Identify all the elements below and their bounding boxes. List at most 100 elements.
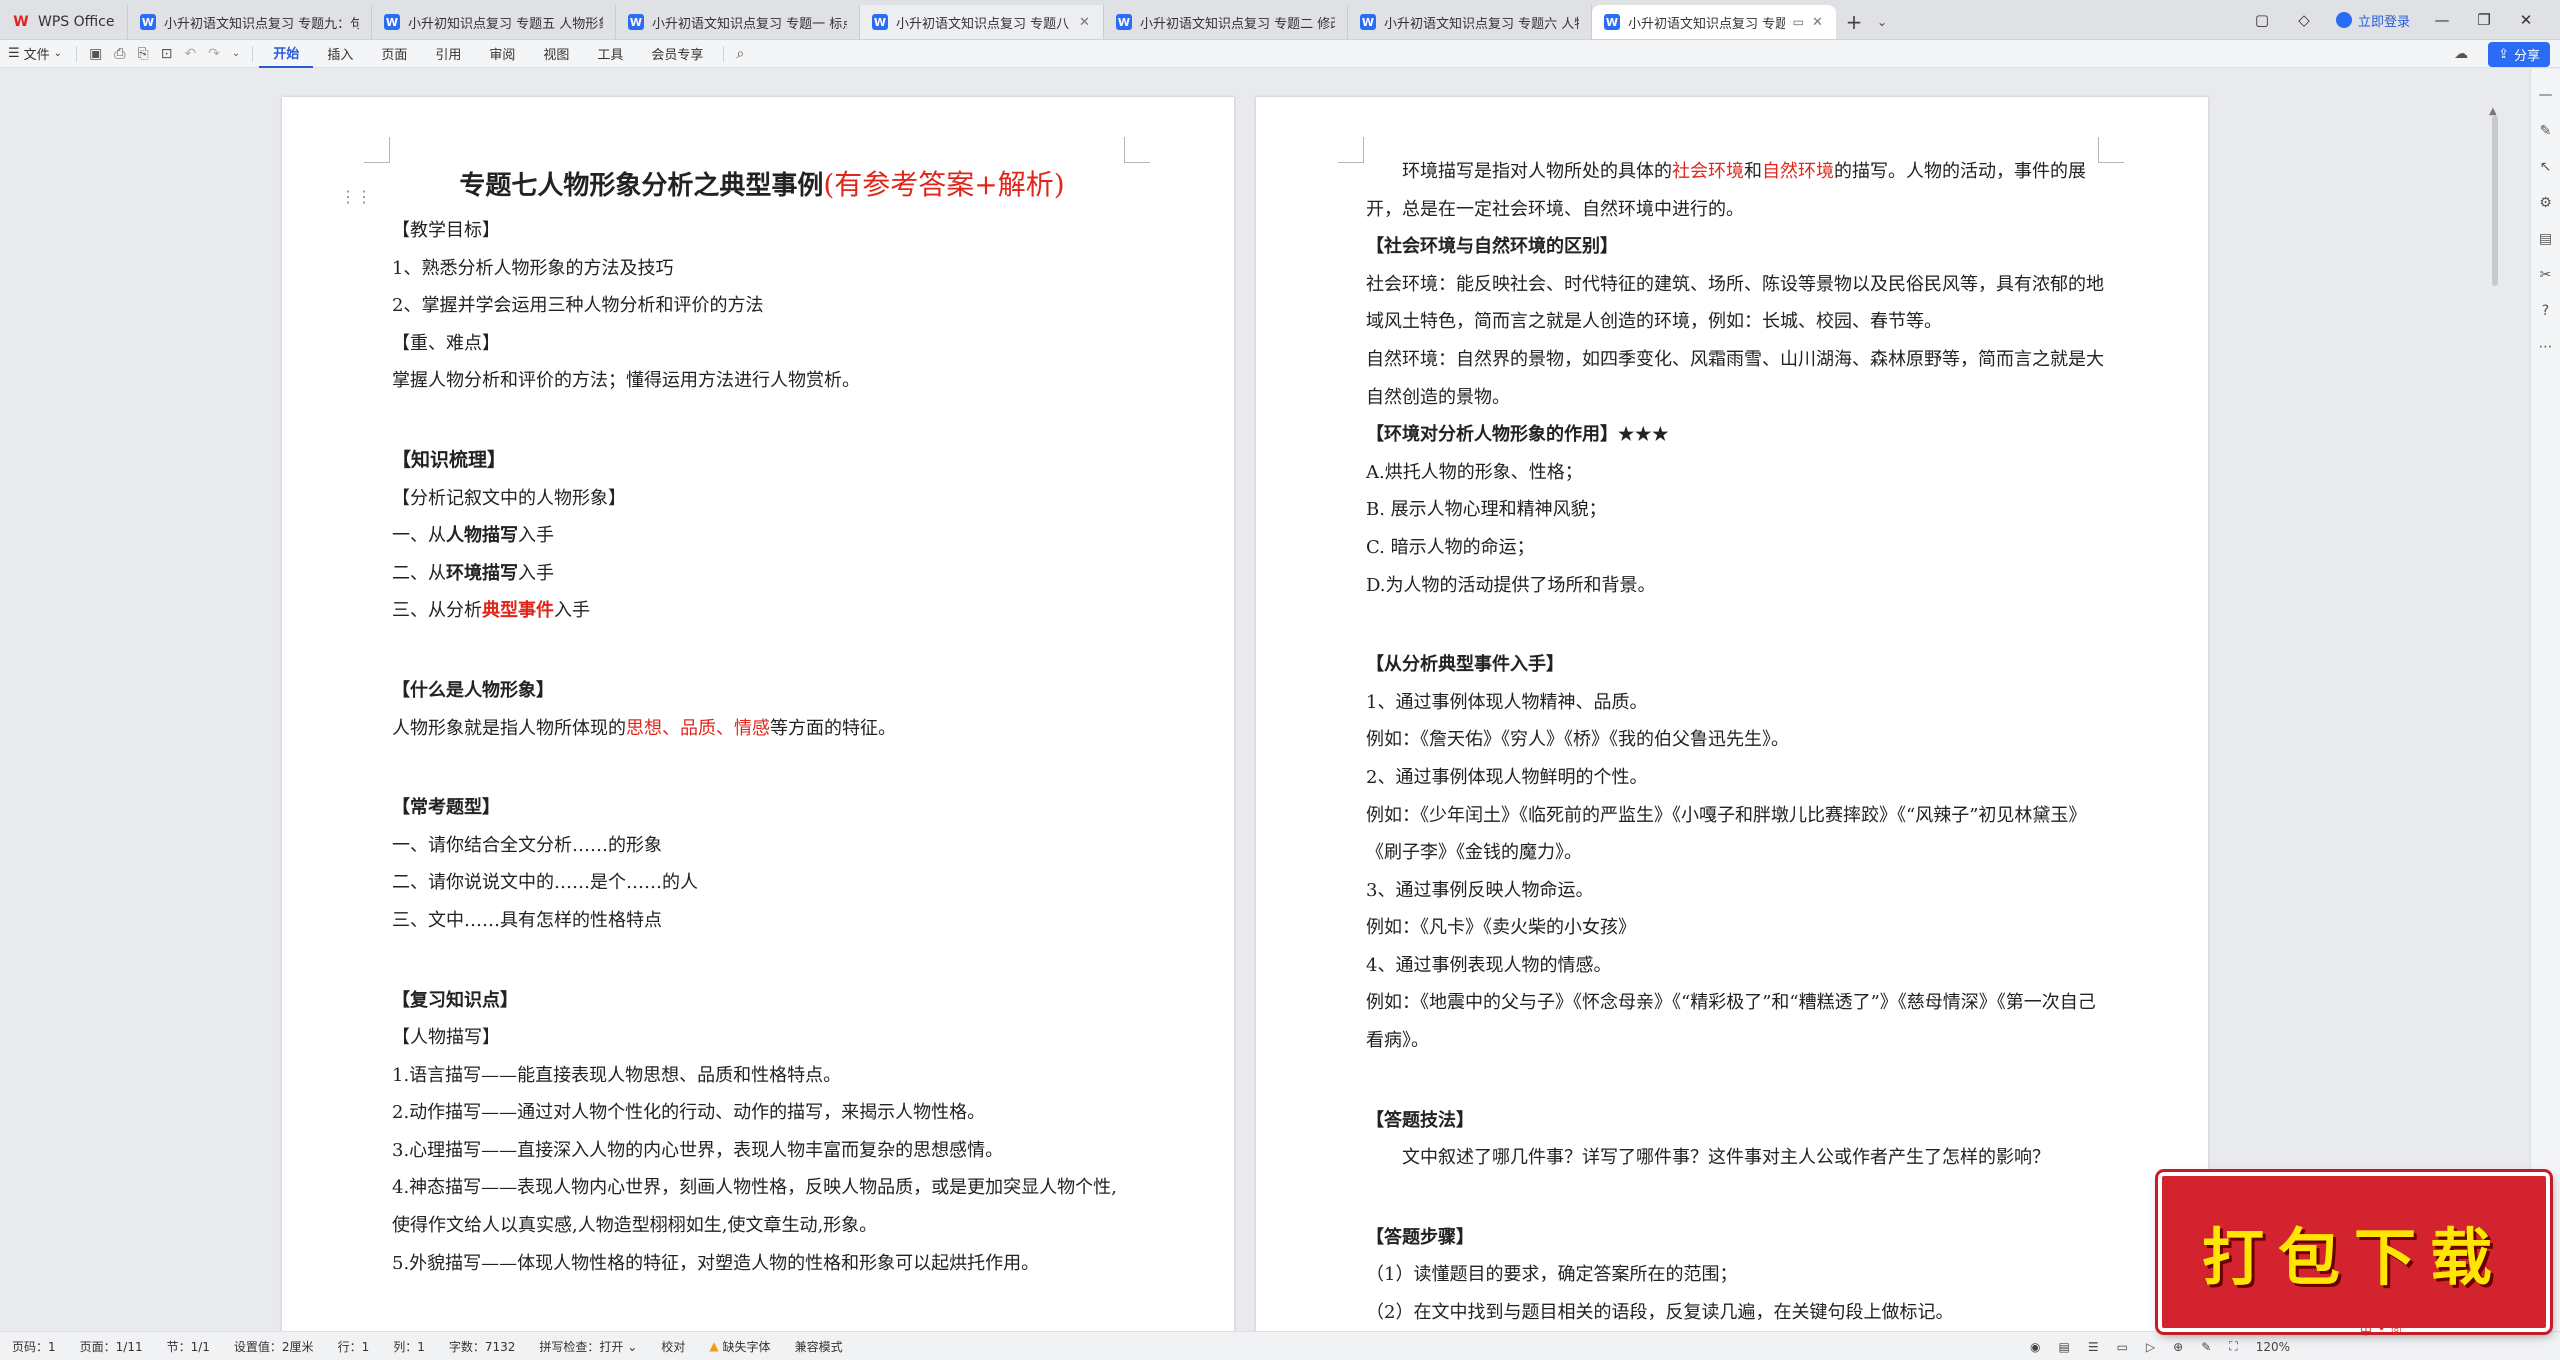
tab-page[interactable]: 页面 [367,40,421,68]
redo-icon[interactable]: ↷ [202,46,226,62]
pen-icon[interactable]: ✎ [2540,123,2552,139]
divider [723,45,725,62]
close-icon[interactable]: ✕ [1079,15,1091,30]
status-missing-font[interactable]: ▲ 缺失字体 [697,1338,782,1355]
tab-references[interactable]: 引用 [421,40,475,68]
minimize-icon[interactable]: — [2432,11,2452,29]
file-menu-button[interactable]: ☰ 文件 ⌄ [0,40,70,68]
status-spell-check[interactable]: 拼写检查：打开 ⌄ [527,1338,649,1355]
tab-review[interactable]: 审阅 [475,40,529,68]
tab-list-dropdown-icon[interactable]: ⌄ [1872,5,1892,39]
event-example-2: 例如：《少年闰土》《临死前的严监生》《小嘎子和胖墩儿比赛摔跤》《“风辣子”初见林… [1366,804,2087,864]
image-edit-icon[interactable]: ▤ [2539,231,2552,247]
collapse-icon[interactable]: — [2539,87,2553,103]
tab-document-6[interactable]: W 小升初语文知识点复习 专题六 人物形 [1348,5,1592,39]
status-proofread[interactable]: 校对 [649,1338,697,1355]
cube-icon[interactable]: ◇ [2294,11,2314,29]
web-view-icon[interactable]: ⊕ [2173,1340,2183,1354]
print-icon[interactable]: ⎘ [132,46,155,62]
tab-wps-home[interactable]: W WPS Office [0,5,128,39]
natural-environment-text: 自然环境：自然界的景物，如四季变化、风霜雨雪、山川湖海、森林原野等，简而言之就是… [1366,348,2104,408]
tab-home[interactable]: 开始 [259,40,314,68]
environment-intro: 环境描写是指对人物所处的具体的社会环境和自然环境的描写。人物的活动，事件的展开，… [1366,153,2106,228]
method-text: 入手 [518,525,554,547]
restore-icon[interactable]: ❐ [2474,11,2494,29]
close-window-icon[interactable]: ✕ [2516,11,2536,29]
tab-label: WPS Office [38,14,115,30]
play-icon[interactable]: ▷ [2146,1340,2155,1354]
description-1: 1.语言描写——能直接表现人物思想、品质和性格特点。 [392,1064,842,1086]
tab-tools[interactable]: 工具 [583,40,637,68]
eye-protection-icon[interactable]: ◉ [2030,1340,2040,1354]
print-preview-icon[interactable]: ⊡ [155,46,179,62]
chevron-down-icon[interactable]: ⌄ [226,48,246,59]
outline-view-icon[interactable]: ☰ [2088,1340,2099,1354]
more-icon[interactable]: ⋯ [2539,339,2553,355]
tray-icon[interactable]: • [2378,1322,2385,1339]
event-point-1: 1、通过事例体现人物精神、品质。 [1366,691,1648,713]
tab-document-4[interactable]: W 小升初语文知识点复习 专题八 理解 ✕ [860,5,1104,39]
missing-font-label: 缺失字体 [722,1339,771,1354]
undo-icon[interactable]: ↶ [178,46,202,62]
tab-document-1[interactable]: W 小升初语文知识点复习 专题九：句前 [128,5,372,39]
status-section[interactable]: 节：1/1 [155,1338,222,1355]
reading-view-icon[interactable]: ▭ [2117,1340,2128,1354]
share-button[interactable]: ⇪ 分享 [2488,41,2550,67]
description-3: 3.心理描写——直接深入人物的内心世界，表现人物丰富而复杂的思想感情。 [392,1139,1004,1161]
export-pdf-icon[interactable]: ⎙ [108,46,131,62]
method-keyword: 典型事件 [482,600,554,622]
tab-insert[interactable]: 插入 [313,40,367,68]
word-doc-icon: W [1604,14,1620,30]
method-keyword: 环境描写 [446,562,518,584]
status-page-number[interactable]: 页码：1 [0,1338,68,1355]
tray-icon[interactable]: ◎ [2391,1322,2401,1339]
ime-icon[interactable]: 中 [2360,1322,2372,1339]
adjust-icon[interactable]: ⚙ [2539,195,2552,211]
save-icon[interactable]: ▣ [83,46,108,62]
search-icon[interactable]: ⌕ [730,46,750,62]
divider [76,45,78,62]
window-layout-icon[interactable]: ▢ [2252,11,2272,29]
method-text: 二、从 [392,562,446,584]
social-environment-text: 社会环境：能反映社会、时代特征的建筑、场所、陈设等景物以及民俗民风等，具有浓郁的… [1366,273,2104,333]
tab-member[interactable]: 会员专享 [637,40,717,68]
status-setting-value[interactable]: 设置值：2厘米 [222,1338,326,1355]
page-1-content: ⋮⋮ 专题七人物形象分析之典型事例(有参考答案+解析) 【教学目标】 1、熟悉分… [340,163,1132,1282]
goals-heading: 【教学目标】 [392,220,500,241]
system-tray-icons: 中 • ◎ [2360,1322,2402,1339]
description-heading: 【人物描写】 [392,1027,500,1049]
login-button[interactable]: 立即登录 [2335,11,2410,30]
document-page-2[interactable]: 环境描写是指对人物所处的具体的社会环境和自然环境的描写。人物的活动，事件的展开，… [1256,97,2208,1331]
drag-handle-icon[interactable]: ⋮⋮ [340,175,372,219]
vertical-scrollbar-thumb[interactable] [2492,116,2498,286]
select-cursor-icon[interactable]: ↖ [2540,159,2552,175]
help-icon[interactable]: ? [2542,303,2549,319]
status-compat-mode: 兼容模式 [794,1339,843,1354]
write-icon[interactable]: ✎ [2201,1340,2211,1354]
document-canvas[interactable]: ⋮⋮ 专题七人物形象分析之典型事例(有参考答案+解析) 【教学目标】 1、熟悉分… [0,69,2530,1331]
tab-document-5[interactable]: W 小升初语文知识点复习 专题二 修改病 [1104,5,1348,39]
zoom-level[interactable]: 120% [2256,1340,2290,1354]
description-4: 4.神态描写——表现人物内心世界，刻画人物性格，反映人物品质，或是更加突显人物个… [392,1177,1117,1237]
page-view-icon[interactable]: ▤ [2058,1340,2069,1354]
text-segment: 人物形象就是指人物所体现的 [392,717,626,739]
tab-document-active[interactable]: W 小升初语文知识点复习 专题七 ▭ ✕ [1592,5,1836,39]
tab-document-2[interactable]: W 小升初知识点复习 专题五 人物形象分 [372,5,616,39]
tools-icon[interactable]: ✂ [2540,267,2552,283]
status-word-count[interactable]: 字数：7132 [437,1338,528,1355]
word-doc-icon: W [140,14,156,30]
cloud-icon[interactable]: ☁ [2448,46,2474,62]
event-point-3: 3、通过事例反映人物命运。 [1366,879,1594,901]
share-label: 分享 [2513,48,2540,64]
download-package-banner[interactable]: 打包下载 [2158,1172,2550,1332]
tab-label: 小升初语文知识点复习 专题九：句前 [164,16,359,32]
close-icon[interactable]: ✕ [1812,15,1824,30]
fit-page-icon[interactable]: ⛶ [2229,1339,2237,1354]
tab-view[interactable]: 视图 [529,40,583,68]
word-doc-icon: W [384,14,400,30]
status-pages[interactable]: 页面：1/11 [68,1338,155,1355]
monitor-icon[interactable]: ▭ [1793,15,1804,29]
new-tab-button[interactable]: + [1836,5,1872,39]
tab-document-3[interactable]: W 小升初语文知识点复习 专题一 标点符 [616,5,860,39]
document-page-1[interactable]: ⋮⋮ 专题七人物形象分析之典型事例(有参考答案+解析) 【教学目标】 1、熟悉分… [282,97,1234,1331]
